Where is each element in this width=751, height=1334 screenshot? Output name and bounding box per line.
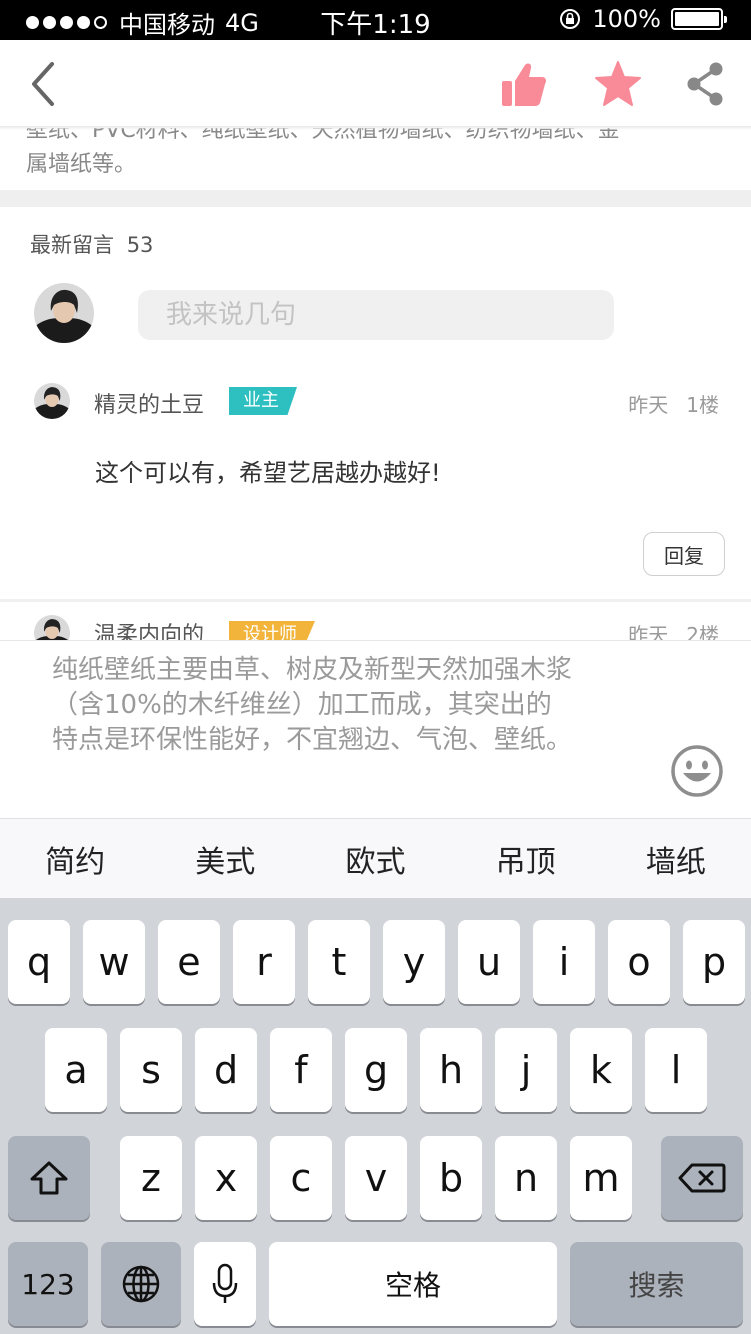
comments-header: 最新留言 53 (30, 229, 153, 259)
microphone-key[interactable] (194, 1242, 256, 1326)
key-p[interactable]: p (683, 920, 745, 1004)
key-y[interactable]: y (383, 920, 445, 1004)
battery-percent: 100% (592, 5, 661, 33)
key-c[interactable]: c (270, 1136, 332, 1220)
globe-icon (122, 1265, 160, 1303)
comments-title: 最新留言 (30, 233, 114, 257)
suggestion-item[interactable]: 美式 (195, 837, 255, 881)
star-icon (595, 61, 641, 106)
comment-meta: 昨天 1楼 (628, 389, 719, 418)
comment-floor: 1楼 (686, 393, 719, 417)
key-i[interactable]: i (533, 920, 595, 1004)
avatar[interactable] (34, 615, 70, 643)
back-button[interactable] (20, 54, 66, 114)
nav-shadow (0, 126, 751, 130)
comment-text: 这个可以有，希望艺居越办越好! (95, 459, 441, 487)
key-v[interactable]: v (345, 1136, 407, 1220)
comment-author[interactable]: 精灵的土豆 (94, 387, 204, 419)
shift-key[interactable] (8, 1136, 90, 1220)
numbers-key[interactable]: 123 (8, 1242, 88, 1326)
key-r[interactable]: r (233, 920, 295, 1004)
key-g[interactable]: g (345, 1028, 407, 1112)
key-b[interactable]: b (420, 1136, 482, 1220)
share-button[interactable] (682, 54, 728, 114)
reply-button[interactable]: 回复 (643, 532, 725, 576)
key-k[interactable]: k (570, 1028, 632, 1112)
key-q[interactable]: q (8, 920, 70, 1004)
battery-icon (671, 8, 727, 30)
suggestion-item[interactable]: 简约 (45, 837, 105, 881)
suggestion-item[interactable]: 墙纸 (646, 837, 706, 881)
comment-input[interactable]: 我来说几句 (138, 290, 614, 340)
key-o[interactable]: o (608, 920, 670, 1004)
like-button[interactable] (498, 54, 550, 114)
favorite-button[interactable] (592, 54, 644, 114)
back-chevron-icon (32, 62, 54, 106)
status-right-group: 100% (558, 5, 727, 33)
suggestion-bar: 简约 美式 欧式 吊顶 墙纸 (0, 818, 751, 898)
key-n[interactable]: n (495, 1136, 557, 1220)
search-key[interactable]: 搜索 (570, 1242, 743, 1326)
key-w[interactable]: w (83, 920, 145, 1004)
microphone-icon (212, 1263, 238, 1303)
nav-bar (0, 40, 751, 128)
emoji-button[interactable] (670, 744, 724, 798)
comment-time: 昨天 (628, 393, 669, 417)
key-a[interactable]: a (45, 1028, 107, 1112)
key-l[interactable]: l (645, 1028, 707, 1112)
composer-panel: 纯纸壁纸主要由草、树皮及新型天然加强木浆（含10%的木纤维丝）加工而成，其突出的… (0, 640, 751, 818)
key-z[interactable]: z (120, 1136, 182, 1220)
comments-count: 53 (126, 233, 154, 257)
avatar[interactable] (34, 383, 70, 419)
keyboard: q w e r t y u i o p a s d f g h j k l z … (0, 898, 751, 1334)
share-icon (687, 62, 723, 106)
backspace-icon (678, 1163, 726, 1193)
article-body: 壁纸、PVC材料、纯纸壁纸、天然植物墙纸、纺织物墙纸、金 属墙纸等。 (0, 120, 751, 192)
comments-section: 最新留言 53 我来说几句 精灵的土豆 业主 昨天 1楼 这个可以有，希望艺居越… (0, 207, 751, 643)
comment-divider (0, 599, 751, 602)
key-m[interactable]: m (570, 1136, 632, 1220)
smiley-face-icon (671, 745, 723, 797)
key-d[interactable]: d (195, 1028, 257, 1112)
key-u[interactable]: u (458, 920, 520, 1004)
delete-key[interactable] (661, 1136, 743, 1220)
space-key[interactable]: 空格 (269, 1242, 557, 1326)
composer-input[interactable]: 纯纸壁纸主要由草、树皮及新型天然加强木浆（含10%的木纤维丝）加工而成，其突出的… (52, 653, 572, 758)
role-badge: 业主 (229, 387, 297, 415)
avatar (34, 283, 94, 343)
key-t[interactable]: t (308, 920, 370, 1004)
key-j[interactable]: j (495, 1028, 557, 1112)
key-x[interactable]: x (195, 1136, 257, 1220)
key-h[interactable]: h (420, 1028, 482, 1112)
article-text-line: 属墙纸等。 (26, 152, 137, 177)
thumbs-up-icon (502, 63, 546, 106)
suggestion-item[interactable]: 吊顶 (496, 837, 556, 881)
status-bar: 中国移动 4G 下午1:19 100% (0, 0, 751, 40)
section-divider (0, 190, 751, 207)
rotation-lock-icon (560, 9, 581, 29)
suggestion-item[interactable]: 欧式 (345, 837, 405, 881)
shift-arrow-icon (30, 1161, 68, 1195)
key-s[interactable]: s (120, 1028, 182, 1112)
key-f[interactable]: f (270, 1028, 332, 1112)
key-e[interactable]: e (158, 920, 220, 1004)
globe-key[interactable] (101, 1242, 181, 1326)
